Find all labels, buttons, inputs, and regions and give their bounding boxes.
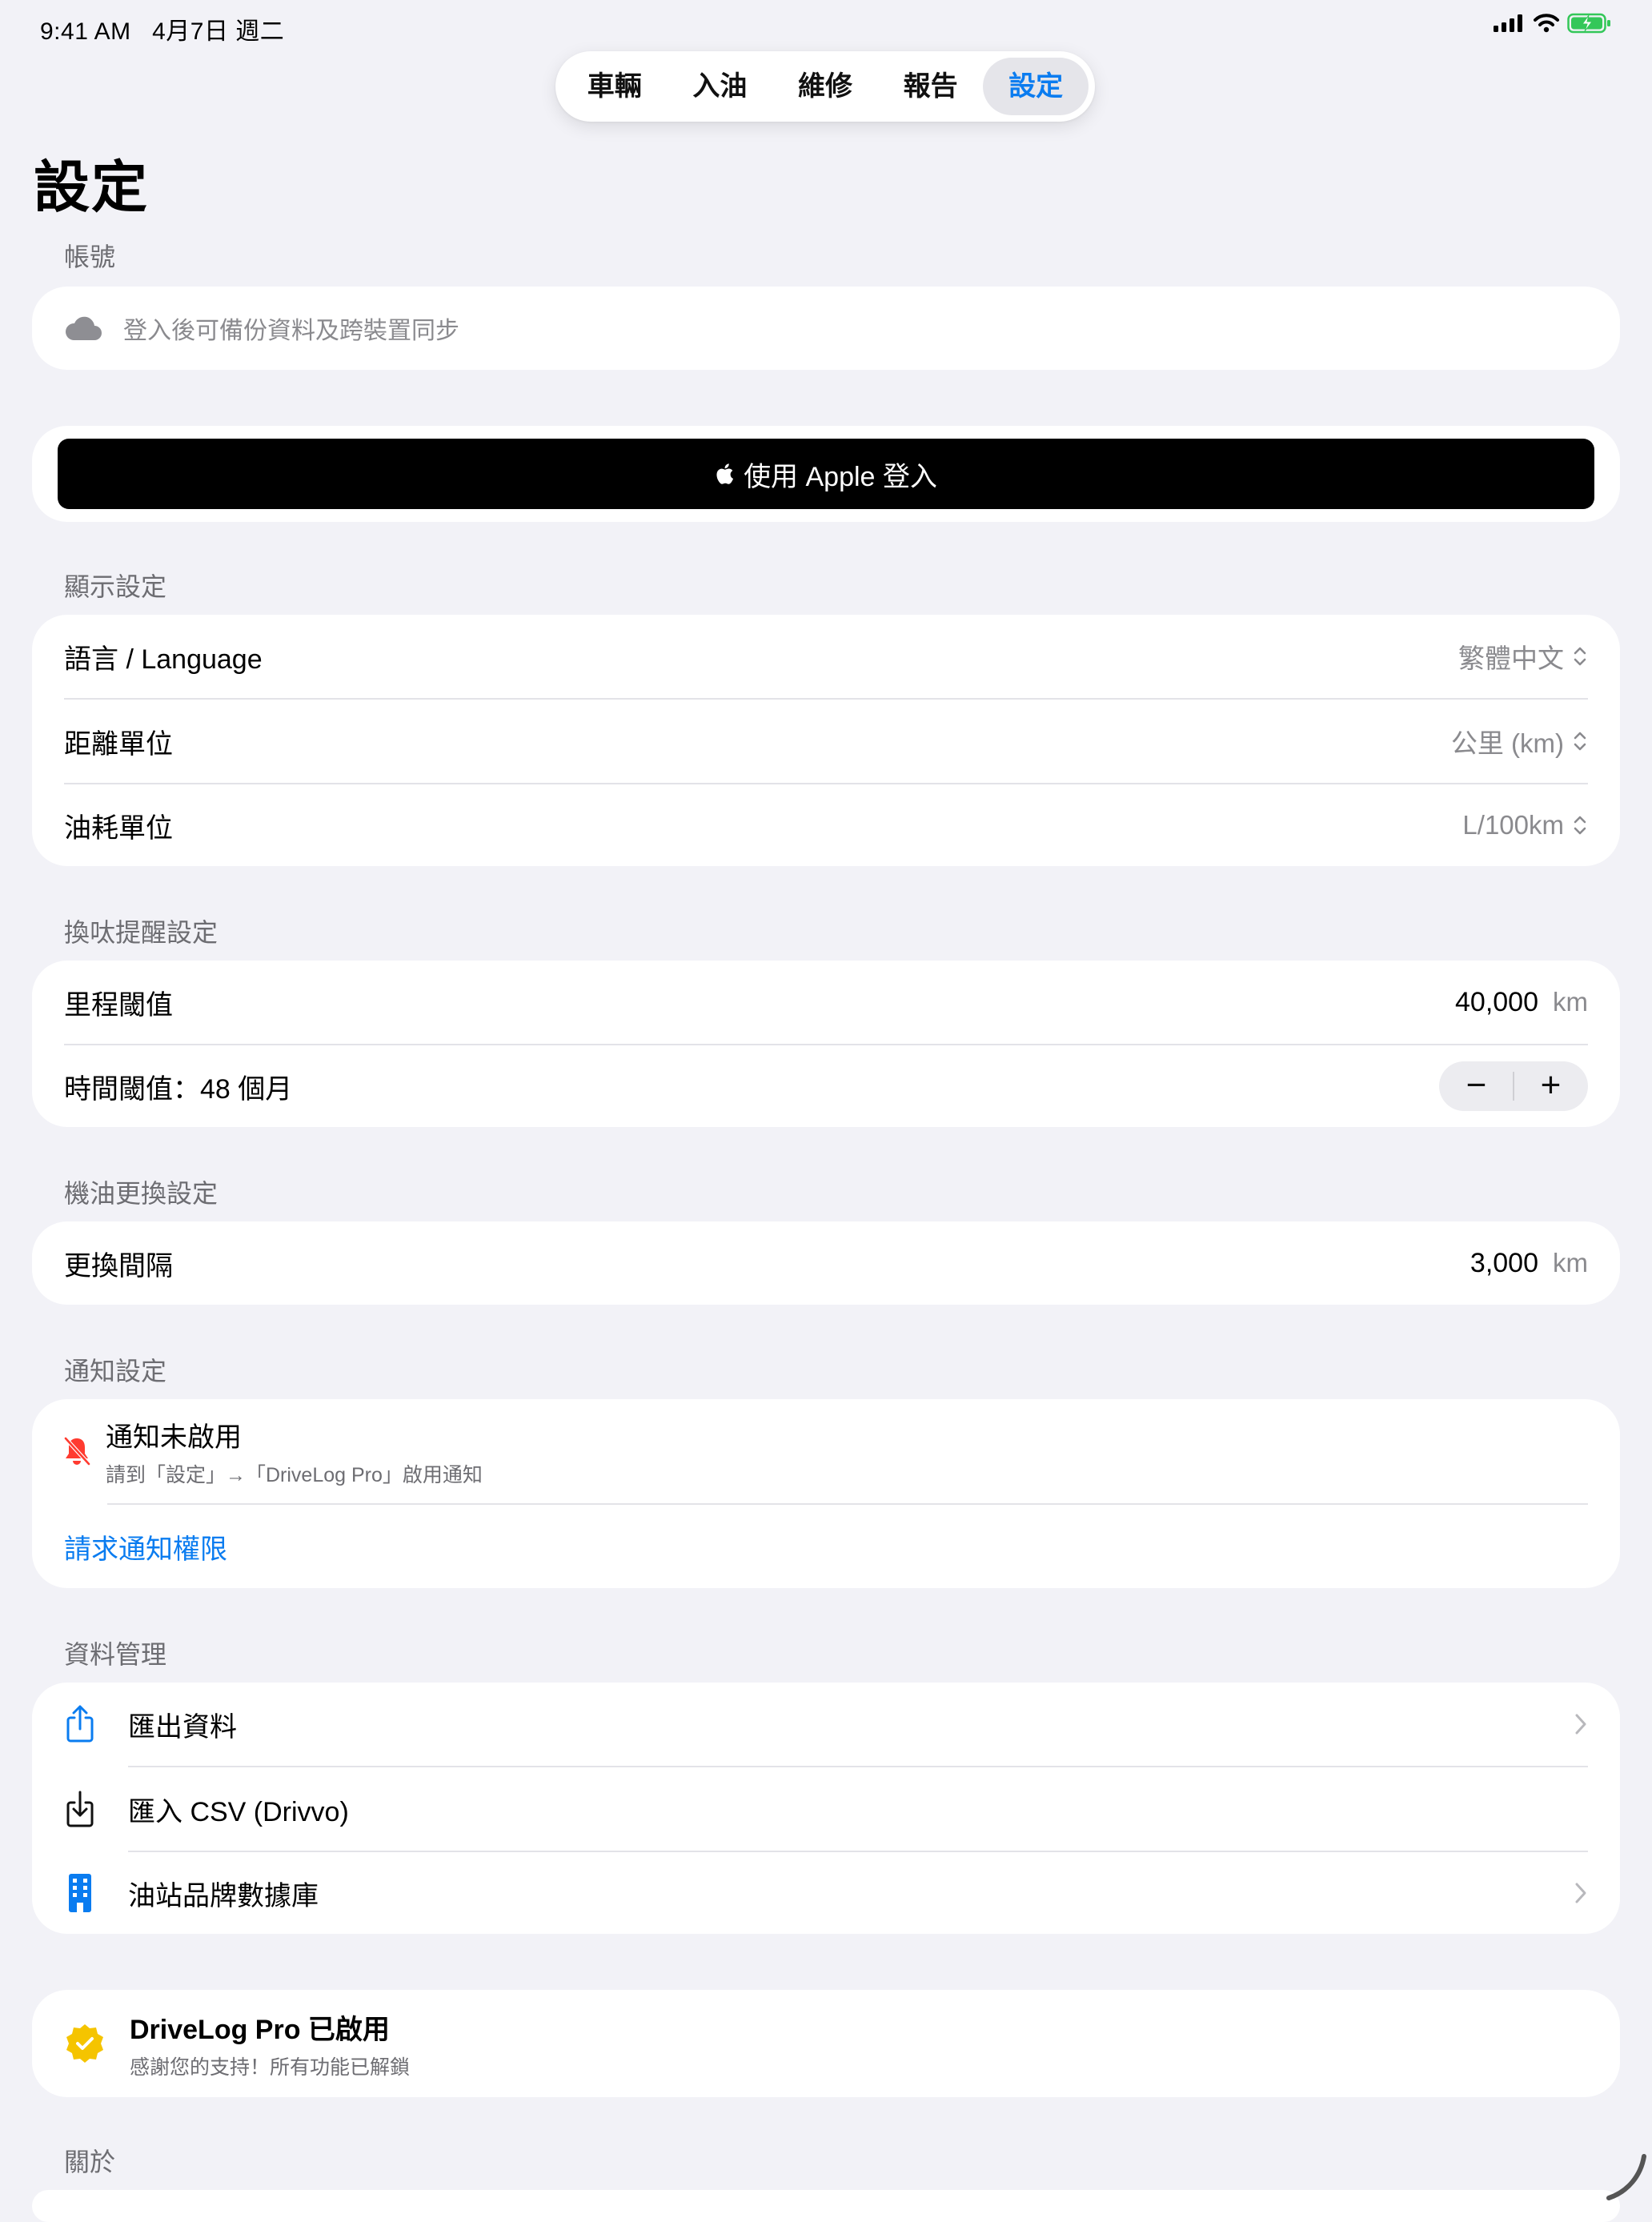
language-value[interactable]: 繁體中文 bbox=[1458, 637, 1564, 676]
notification-card: 通知未啟用 請到「設定」→「DriveLog Pro」啟用通知 請求通知權限 bbox=[32, 1399, 1620, 1588]
apple-logo-icon bbox=[716, 463, 734, 484]
chevron-up-down-icon bbox=[1574, 816, 1586, 835]
account-info-card: 登入後可備份資料及跨裝置同步 bbox=[32, 287, 1620, 370]
oil-interval-unit: km bbox=[1553, 1248, 1588, 1277]
pro-status-title: DriveLog Pro 已啟用 bbox=[130, 2014, 390, 2045]
share-icon bbox=[66, 1705, 94, 1743]
section-header-oil: 機油更換設定 bbox=[64, 1179, 219, 1208]
increment-button[interactable]: + bbox=[1519, 1061, 1583, 1111]
status-indicators bbox=[1494, 13, 1612, 34]
time-threshold-row: 時間閾值：48 個月 − + bbox=[32, 1045, 1620, 1127]
fuel-unit-label: 油耗單位 bbox=[64, 812, 173, 844]
cloud-icon bbox=[65, 316, 102, 340]
wifi-icon bbox=[1534, 14, 1559, 33]
oil-settings-card: 更換間隔 3,000 km bbox=[32, 1221, 1620, 1305]
building-icon bbox=[69, 1874, 91, 1912]
verified-badge-icon bbox=[66, 2024, 103, 2063]
fuel-unit-row[interactable]: 油耗單位 L/100km bbox=[32, 784, 1620, 866]
gas-brand-database-label: 油站品牌數據庫 bbox=[128, 1880, 319, 1911]
pro-status-card: DriveLog Pro 已啟用 感謝您的支持！所有功能已解鎖 bbox=[32, 1990, 1620, 2097]
notification-status-subtitle: 請到「設定」→「DriveLog Pro」啟用通知 bbox=[106, 1463, 483, 1486]
import-icon bbox=[66, 1791, 94, 1827]
chevron-right-icon bbox=[1575, 1714, 1586, 1735]
display-settings-card: 語言 / Language 繁體中文 距離單位 公里 (km) 油耗單位 L/1… bbox=[32, 615, 1620, 866]
resize-corner-icon bbox=[1606, 2154, 1646, 2200]
chevron-up-down-icon bbox=[1574, 732, 1586, 751]
language-label: 語言 / Language bbox=[64, 644, 263, 675]
account-info-text: 登入後可備份資料及跨裝置同步 bbox=[123, 318, 459, 344]
oil-interval-input[interactable]: 3,000 bbox=[1470, 1248, 1538, 1279]
time-threshold-stepper: − + bbox=[1439, 1061, 1588, 1111]
bell-slash-icon bbox=[63, 1436, 91, 1466]
request-notification-permission-button[interactable]: 請求通知權限 bbox=[64, 1527, 227, 1566]
apple-signin-label: 使用 Apple 登入 bbox=[744, 461, 937, 492]
tab-vehicles[interactable]: 車輛 bbox=[562, 58, 668, 115]
apple-signin-card: 使用 Apple 登入 bbox=[32, 426, 1620, 522]
about-card bbox=[32, 2190, 1620, 2222]
cellular-signal-icon bbox=[1494, 14, 1522, 32]
oil-interval-label: 更換間隔 bbox=[64, 1250, 173, 1281]
tab-fuel[interactable]: 入油 bbox=[668, 58, 773, 115]
data-management-card: 匯出資料 匯入 CSV (Drivvo) 油站品牌數據庫 bbox=[32, 1683, 1620, 1934]
top-tab-bar: 車輛 入油 維修 報告 設定 bbox=[555, 51, 1095, 122]
request-permission-row[interactable]: 請求通知權限 bbox=[32, 1505, 1620, 1588]
mileage-threshold-row: 里程閾值 40,000 km bbox=[32, 961, 1620, 1044]
pro-status-subtitle: 感謝您的支持！所有功能已解鎖 bbox=[130, 2056, 411, 2079]
oil-interval-row: 更換間隔 3,000 km bbox=[32, 1221, 1620, 1305]
export-data-row[interactable]: 匯出資料 bbox=[32, 1683, 1620, 1766]
gas-brand-database-row[interactable]: 油站品牌數據庫 bbox=[32, 1852, 1620, 1934]
distance-unit-row[interactable]: 距離單位 公里 (km) bbox=[32, 700, 1620, 783]
section-header-tire: 換呔提醒設定 bbox=[64, 918, 219, 947]
status-time-date: 9:41 AM 4月7日 週二 bbox=[40, 11, 284, 46]
notification-status-title: 通知未啟用 bbox=[106, 1422, 242, 1453]
section-header-notification: 通知設定 bbox=[64, 1357, 167, 1386]
fuel-unit-value[interactable]: L/100km bbox=[1462, 810, 1564, 840]
import-csv-label: 匯入 CSV (Drivvo) bbox=[128, 1796, 349, 1827]
section-header-display: 顯示設定 bbox=[64, 572, 167, 601]
mileage-threshold-input[interactable]: 40,000 bbox=[1455, 987, 1538, 1018]
tab-settings[interactable]: 設定 bbox=[983, 58, 1089, 115]
section-header-about: 關於 bbox=[64, 2148, 116, 2176]
mileage-unit: km bbox=[1553, 987, 1588, 1017]
tab-reports[interactable]: 報告 bbox=[878, 58, 984, 115]
chevron-up-down-icon bbox=[1574, 647, 1586, 666]
time-threshold-label: 時間閾值：48 個月 bbox=[64, 1073, 293, 1105]
export-data-label: 匯出資料 bbox=[128, 1711, 237, 1743]
section-header-data: 資料管理 bbox=[64, 1640, 167, 1669]
distance-unit-value[interactable]: 公里 (km) bbox=[1451, 722, 1564, 760]
distance-unit-label: 距離單位 bbox=[64, 728, 173, 760]
apple-signin-button[interactable]: 使用 Apple 登入 bbox=[58, 439, 1594, 509]
tab-maintenance[interactable]: 維修 bbox=[772, 58, 878, 115]
section-header-account: 帳號 bbox=[64, 243, 116, 271]
decrement-button[interactable]: − bbox=[1445, 1061, 1509, 1111]
chevron-right-icon bbox=[1575, 1883, 1586, 1903]
tire-settings-card: 里程閾值 40,000 km 時間閾值：48 個月 − + bbox=[32, 961, 1620, 1127]
import-csv-row[interactable]: 匯入 CSV (Drivvo) bbox=[32, 1767, 1620, 1851]
notification-status-row: 通知未啟用 請到「設定」→「DriveLog Pro」啟用通知 bbox=[32, 1399, 1620, 1503]
status-date: 4月7日 週二 bbox=[152, 18, 285, 45]
status-time: 9:41 AM bbox=[40, 18, 131, 45]
language-row[interactable]: 語言 / Language 繁體中文 bbox=[32, 615, 1620, 698]
battery-charging-icon bbox=[1567, 13, 1610, 34]
stepper-divider bbox=[1513, 1072, 1514, 1101]
page-title: 設定 bbox=[34, 156, 149, 219]
mileage-threshold-label: 里程閾值 bbox=[64, 989, 173, 1021]
